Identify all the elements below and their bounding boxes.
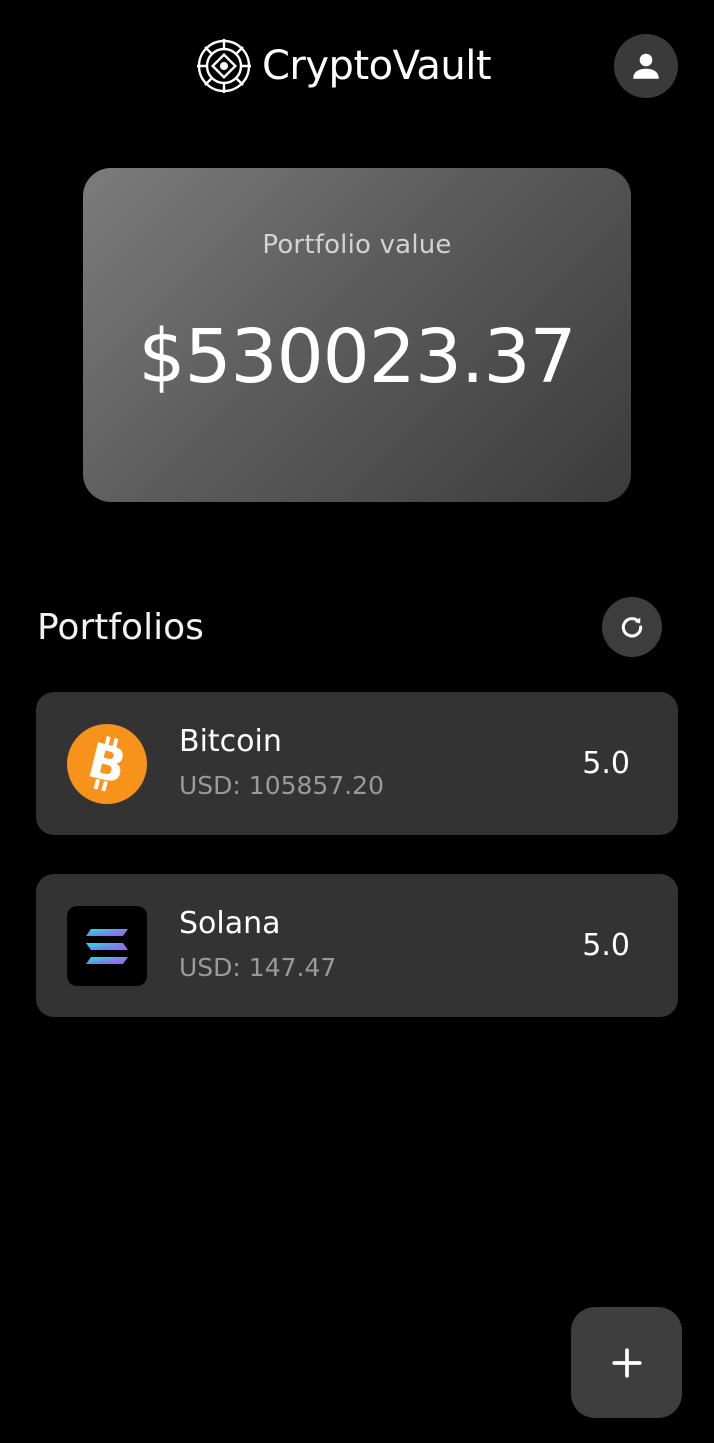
plus-icon — [611, 1347, 642, 1378]
solana-icon — [67, 906, 147, 986]
portfolio-value-amount: $530023.37 — [138, 314, 576, 400]
vault-logo-icon — [197, 39, 251, 93]
portfolio-item-name: Bitcoin — [179, 724, 282, 759]
bitcoin-icon: B — [67, 724, 147, 804]
portfolio-item-price: USD: 105857.20 — [179, 771, 384, 800]
refresh-button[interactable] — [602, 597, 662, 657]
profile-button[interactable] — [614, 34, 678, 98]
person-icon — [633, 53, 659, 79]
app-title: CryptoVault — [262, 43, 492, 89]
portfolio-item-amount: 5.0 — [582, 928, 630, 963]
add-portfolio-button[interactable] — [571, 1307, 682, 1418]
portfolio-item-name: Solana — [179, 906, 281, 941]
brand: CryptoVault — [194, 36, 492, 96]
portfolio-item-solana[interactable]: Solana USD: 147.47 5.0 — [36, 874, 678, 1017]
portfolio-item-bitcoin[interactable]: B Bitcoin USD: 105857.20 5.0 — [36, 692, 678, 835]
portfolio-item-price: USD: 147.47 — [179, 953, 337, 982]
app-header: CryptoVault — [0, 0, 714, 132]
portfolios-title: Portfolios — [37, 607, 204, 648]
portfolio-value-label: Portfolio value — [262, 230, 452, 260]
refresh-icon — [621, 617, 643, 638]
portfolio-item-amount: 5.0 — [582, 746, 630, 781]
